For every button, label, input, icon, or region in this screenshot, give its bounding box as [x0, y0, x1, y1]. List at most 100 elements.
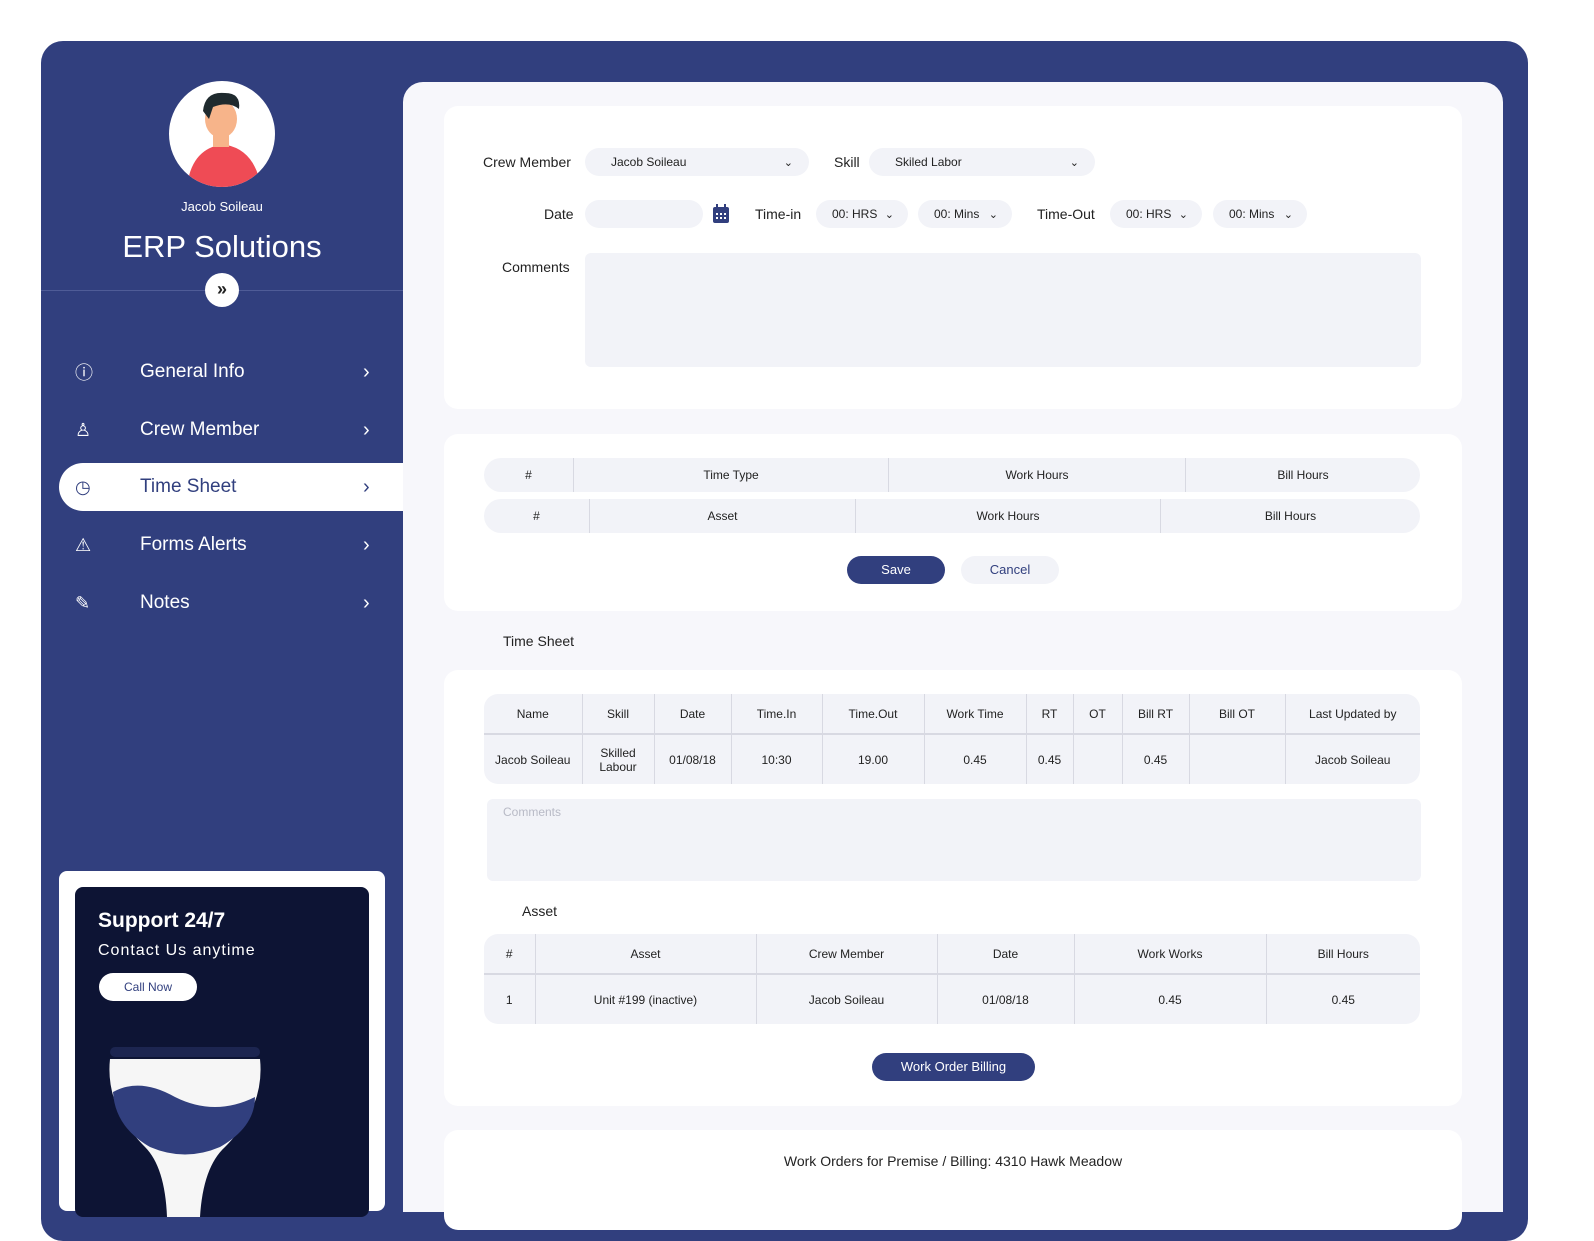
chevron-down-icon: ⌄: [1178, 208, 1188, 221]
sidebar-item-general-info[interactable]: ⓘ General Info ›: [59, 348, 403, 396]
brand-title: ERP Solutions: [122, 229, 322, 264]
table-cell: 19.00: [822, 734, 925, 784]
sidebar-item-time-sheet[interactable]: ◷ Time Sheet ›: [59, 463, 403, 511]
warning-icon: ⚠: [75, 534, 92, 555]
time-in-hours-select[interactable]: 00: HRS ⌄: [816, 200, 908, 228]
time-out-minutes-select[interactable]: 00: Mins ⌄: [1213, 200, 1307, 228]
chevron-down-icon: ⌄: [884, 208, 894, 221]
table-cell: 0.45: [924, 734, 1027, 784]
comments-textarea[interactable]: [585, 253, 1421, 367]
user-name: Jacob Soileau: [181, 199, 263, 214]
time-sheet-comments[interactable]: Comments: [487, 799, 1421, 881]
table-cell: [1189, 734, 1286, 784]
time-in-minutes-select[interactable]: 00: Mins ⌄: [918, 200, 1012, 228]
support-banner: Support 24/7 Contact Us anytime Call Now: [75, 887, 369, 1217]
save-button[interactable]: Save: [847, 556, 945, 584]
column-header: Work Works: [1074, 934, 1267, 975]
column-header: Work Time: [924, 694, 1027, 735]
table-cell: 1: [484, 974, 536, 1024]
table-cell: 0.45: [1122, 734, 1190, 784]
column-header: Time.In: [731, 694, 823, 735]
column-header: Date: [654, 694, 732, 735]
table-row[interactable]: 1 Unit #199 (inactive) Jacob Soileau 01/08/…: [484, 974, 1420, 1024]
comments-label: Comments: [502, 259, 570, 275]
table-cell: 0.45: [1026, 734, 1074, 784]
selected-value: 00: HRS: [832, 207, 878, 221]
chevron-down-icon: ⌄: [988, 208, 998, 221]
chevron-down-icon: ⌄: [783, 156, 793, 169]
table-cell: 0.45: [1074, 974, 1267, 1024]
user-icon: ♙: [75, 419, 92, 440]
asset-heading: Asset: [522, 903, 558, 919]
time-out-label: Time-Out: [1037, 206, 1095, 222]
column-header: RT: [1026, 694, 1074, 735]
column-header: #: [484, 934, 536, 975]
crew-member-label: Crew Member: [483, 154, 571, 170]
clock-icon: ◷: [75, 476, 91, 497]
sidebar-item-forms-alerts[interactable]: ⚠ Forms Alerts ›: [59, 521, 403, 569]
hourglass-illustration: [109, 1047, 261, 1217]
chevron-right-icon: ›: [363, 418, 370, 441]
work-orders-title: Work Orders for Premise / Billing: 4310 …: [783, 1153, 1123, 1169]
col-asset[interactable]: Asset: [590, 499, 856, 533]
table-cell: Unit #199 (inactive): [535, 974, 757, 1024]
sidebar-item-crew-member[interactable]: ♙ Crew Member ›: [59, 406, 403, 454]
asset-table: # Asset Crew Member Date Work Works Bill Hour…: [484, 934, 1420, 1024]
table-cell: 10:30: [731, 734, 823, 784]
sidebar-item-label: Time Sheet: [140, 476, 237, 497]
col-bill-hours[interactable]: Bill Hours: [1186, 458, 1420, 492]
sidebar-item-label: Crew Member: [140, 419, 260, 440]
table-cell: Jacob Soileau: [484, 734, 583, 784]
selected-value: Skiled Labor: [895, 155, 962, 169]
chevron-right-icon: ›: [363, 475, 370, 498]
column-header: Time.Out: [822, 694, 925, 735]
notes-icon: ✎: [75, 592, 91, 613]
sidebar: Jacob Soileau ERP Solutions » ⓘ General …: [41, 41, 403, 1217]
asset-row: # Asset Work Hours Bill Hours: [484, 499, 1420, 533]
table-cell: 0.45: [1331, 992, 1355, 1007]
sidebar-item-notes[interactable]: ✎ Notes ›: [59, 579, 403, 627]
table-row[interactable]: Jacob Soileau Skilled Labour 01/08/18 10:30…: [484, 734, 1420, 784]
work-orders-card: Work Orders for Premise / Billing: 4310 …: [444, 1130, 1462, 1230]
crew-member-select[interactable]: Jacob Soileau ⌄: [585, 148, 809, 176]
col-time-type[interactable]: Time Type: [574, 458, 889, 492]
chevron-down-icon: ⌄: [1283, 208, 1293, 221]
sidebar-item-label: Forms Alerts: [140, 534, 247, 555]
cancel-button[interactable]: Cancel: [961, 556, 1059, 584]
column-header: Bill OT: [1189, 694, 1286, 735]
time-type-row: # Time Type Work Hours Bill Hours: [484, 458, 1420, 492]
support-card: Support 24/7 Contact Us anytime Call Now: [59, 871, 385, 1217]
time-sheet-card: Name Skill Date Time.In Time.Out Work Time RT O…: [444, 670, 1462, 1106]
column-header: Asset: [535, 934, 757, 975]
column-header: Skill: [582, 694, 655, 735]
col-number: #: [484, 499, 590, 533]
date-input[interactable]: [585, 200, 703, 228]
chevron-right-icon: ›: [363, 360, 370, 383]
time-in-label: Time-in: [755, 206, 802, 222]
col-work-hours[interactable]: Work Hours: [856, 499, 1161, 533]
time-out-hours-select[interactable]: 00: HRS ⌄: [1110, 200, 1202, 228]
call-now-button[interactable]: Call Now: [99, 973, 197, 1001]
chevron-right-icon: ›: [363, 591, 370, 614]
chevron-right-icon: ›: [363, 533, 370, 556]
time-sheet-heading: Time Sheet: [503, 633, 575, 649]
expand-sidebar-button[interactable]: »: [205, 273, 239, 307]
table-cell: [1073, 734, 1123, 784]
col-work-hours[interactable]: Work Hours: [889, 458, 1186, 492]
column-header: OT: [1073, 694, 1123, 735]
chevron-down-icon: ⌄: [1069, 156, 1079, 169]
support-title: Support 24/7: [98, 909, 226, 932]
column-header: Last Updated by: [1285, 694, 1420, 735]
avatar: [169, 81, 275, 187]
selected-value: 00: Mins: [1229, 207, 1275, 221]
work-order-billing-button[interactable]: Work Order Billing: [872, 1053, 1035, 1081]
col-bill-hours[interactable]: Bill Hours: [1161, 499, 1420, 533]
table-cell: 01/08/18: [654, 734, 732, 784]
column-header: Name: [484, 694, 583, 735]
time-entry-form: Crew Member Jacob Soileau ⌄ Skill Skiled…: [444, 106, 1462, 409]
skill-select[interactable]: Skiled Labor ⌄: [869, 148, 1095, 176]
column-header: Bill RT: [1122, 694, 1190, 735]
sidebar-item-label: Notes: [140, 592, 190, 613]
calendar-icon[interactable]: [712, 204, 730, 224]
table-cell: Skilled Labour: [582, 734, 655, 784]
